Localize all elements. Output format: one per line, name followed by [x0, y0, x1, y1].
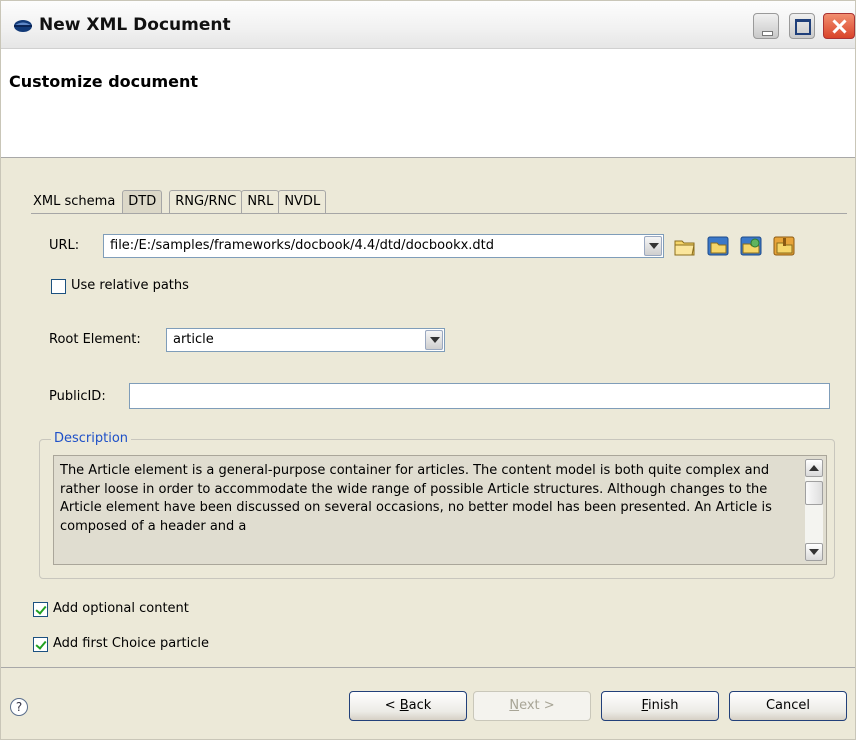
root-element-label: Root Element: [49, 332, 141, 347]
back-button[interactable]: < Back [349, 691, 467, 721]
chevron-down-icon[interactable] [644, 236, 662, 256]
relative-paths-checkbox[interactable] [51, 279, 66, 294]
scroll-thumb[interactable] [805, 481, 823, 505]
close-button[interactable] [823, 13, 855, 39]
optional-content-label: Add optional content [53, 601, 189, 616]
browse-local-file-icon[interactable] [673, 234, 697, 258]
maximize-button[interactable] [789, 13, 815, 39]
help-icon[interactable]: ? [10, 698, 28, 716]
tab-rng-rnc[interactable]: RNG/RNC [169, 190, 243, 213]
tab-dtd[interactable]: DTD [122, 190, 163, 213]
dialog-window: New XML Document Customize document XML … [0, 0, 856, 740]
public-id-label: PublicID: [49, 389, 106, 404]
minimize-button[interactable] [753, 13, 779, 39]
url-label: URL: [49, 238, 80, 253]
next-mnemonic: N [509, 698, 520, 713]
browse-workspace-icon[interactable] [706, 234, 730, 258]
tab-pane-border [31, 213, 847, 215]
tab-nvdl[interactable]: NVDL [278, 190, 327, 213]
root-element-combo[interactable]: article [166, 328, 445, 352]
first-choice-checkbox[interactable] [33, 637, 48, 652]
next-button[interactable]: Next > [473, 691, 591, 721]
chevron-down-icon[interactable] [425, 330, 443, 350]
tab-xml-schema[interactable]: XML schema [31, 191, 124, 213]
description-textarea[interactable]: The Article element is a general-purpose… [53, 455, 827, 565]
back-prefix: < [384, 698, 400, 713]
url-value: file:/E:/samples/frameworks/docbook/4.4/… [110, 238, 495, 253]
tab-nrl[interactable]: NRL [241, 190, 280, 213]
browse-url-icon[interactable] [739, 234, 763, 258]
footer-separator [1, 667, 855, 668]
optional-content-checkbox[interactable] [33, 602, 48, 617]
next-rest: ext > [519, 698, 555, 713]
first-choice-label: Add first Choice particle [53, 636, 210, 651]
cancel-button[interactable]: Cancel [729, 691, 847, 721]
wizard-header: Customize document [1, 49, 855, 158]
scroll-down-icon[interactable] [805, 543, 823, 561]
scroll-up-icon[interactable] [805, 459, 823, 477]
description-label: Description [51, 430, 132, 448]
finish-button[interactable]: Finish [601, 691, 719, 721]
root-element-value: article [173, 332, 214, 347]
page-title: Customize document [9, 72, 199, 91]
browse-archive-icon[interactable] [772, 234, 796, 258]
title-bar[interactable]: New XML Document [1, 1, 855, 49]
finish-rest: inish [648, 698, 679, 713]
url-combo[interactable]: file:/E:/samples/frameworks/docbook/4.4/… [103, 234, 664, 258]
window-title: New XML Document [39, 15, 231, 35]
description-scrollbar[interactable] [805, 459, 823, 561]
back-mnemonic: B [399, 698, 409, 713]
back-rest: ack [408, 698, 432, 713]
public-id-input[interactable] [129, 383, 830, 409]
relative-paths-label: Use relative paths [71, 278, 189, 293]
description-text: The Article element is a general-purpose… [60, 463, 772, 534]
schema-tabs: XML schema DTD RNG/RNC NRL NVDL [31, 187, 327, 213]
xml-document-icon [14, 20, 32, 32]
